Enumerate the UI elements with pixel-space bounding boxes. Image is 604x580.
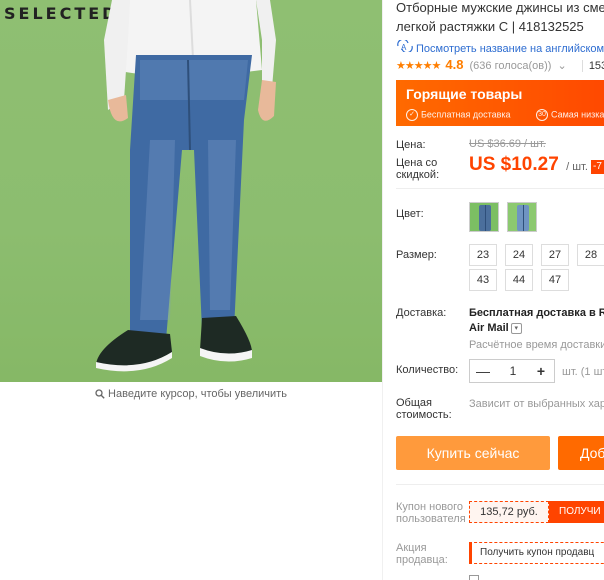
total-label-line1: Общая	[396, 397, 432, 409]
discount-badge: -7	[591, 160, 604, 174]
buy-now-button[interactable]: Купить сейчас	[396, 436, 550, 470]
add-to-cart-button[interactable]: Доб	[558, 436, 604, 470]
quantity-increase-button[interactable]: +	[530, 360, 552, 382]
new-price-value: US $10.27	[469, 154, 559, 175]
free-shipping-text: Бесплатная доставка	[421, 109, 511, 120]
size-option-43[interactable]: 43	[469, 269, 497, 291]
checkbox[interactable]	[469, 575, 479, 580]
color-option-1[interactable]	[469, 202, 499, 232]
translate-link[interactable]: A Посмотреть название на английском	[396, 38, 604, 55]
quantity-label: Количество:	[396, 364, 459, 376]
shipping-time: Расчётное время доставки:	[469, 339, 604, 351]
hot-deals-title: Горящие товары	[406, 86, 523, 102]
quantity-input[interactable]: 1	[496, 360, 530, 382]
seller-coupon-button[interactable]: Получить купон продавц	[469, 542, 604, 564]
seller-promo-label-line1: Акция	[396, 542, 427, 554]
model-figure	[96, 0, 276, 372]
shipping-dropdown-icon[interactable]: ▾	[510, 322, 522, 334]
lowest-price-text: Самая низкая	[551, 109, 604, 120]
total-label: Общая стоимость:	[396, 397, 452, 421]
orders-count: 153	[581, 60, 604, 72]
lowest-price-tag: 30 Самая низкая	[536, 109, 604, 121]
rating-row: ★★★★★ 4.8 (636 голоса(ов)) ⌄ 153	[396, 57, 604, 72]
old-price: US $36.69 / шт.	[469, 138, 546, 150]
old-price-label: Цена:	[396, 139, 426, 151]
shipping-method: Бесплатная доставка в Ru Air Mail ▾	[469, 306, 604, 336]
size-option-44[interactable]: 44	[505, 269, 533, 291]
get-coupon-button[interactable]: ПОЛУЧИ	[549, 501, 604, 523]
product-page: SELECTED Наведите курсор, чтобы увеличит…	[0, 0, 604, 580]
rating-value: 4.8	[445, 57, 464, 72]
quantity-decrease-button[interactable]: —	[472, 360, 494, 382]
product-title-line1: Отборные мужские джинсы из сме	[396, 0, 604, 15]
product-image[interactable]: SELECTED	[0, 0, 382, 382]
rating-stars: ★★★★★	[396, 60, 441, 72]
new-user-coupon-label-line1: Купон нового	[396, 501, 464, 513]
size-option-23[interactable]: 23	[469, 244, 497, 266]
price-circle-icon: 30	[536, 109, 548, 121]
chevron-down-icon[interactable]: ⌄	[558, 60, 567, 72]
product-title-line2: легкой растяжки C | 418132525	[396, 19, 584, 34]
divider	[396, 484, 604, 485]
new-price-label-line1: Цена со	[396, 157, 438, 169]
new-price-label-line2: скидкой:	[396, 169, 440, 181]
zoom-hint-text: Наведите курсор, чтобы увеличить	[108, 388, 287, 400]
hot-deals-banner: Горящие товары ✓ Бесплатная доставка 30 Са…	[396, 80, 604, 126]
size-option-28[interactable]: 28	[577, 244, 604, 266]
new-user-coupon-amount: 135,72 руб.	[469, 501, 549, 523]
new-price: US $10.27 / шт.	[469, 154, 588, 176]
per-unit: / шт.	[566, 161, 588, 173]
magnifier-icon	[95, 388, 105, 404]
color-label: Цвет:	[396, 208, 424, 220]
translate-icon: A	[396, 38, 416, 55]
shipping-method-line2: Air Mail	[469, 322, 509, 334]
new-user-coupon-label-line2: пользователя	[396, 513, 466, 525]
color-option-2[interactable]	[507, 202, 537, 232]
total-label-line2: стоимость:	[396, 409, 452, 421]
shipping-circle-icon: ✓	[406, 109, 418, 121]
new-price-label: Цена со скидкой:	[396, 157, 439, 181]
size-option-27[interactable]: 27	[541, 244, 569, 266]
size-option-24[interactable]: 24	[505, 244, 533, 266]
seller-promo-label: Акция продавца:	[396, 542, 448, 566]
product-title: Отборные мужские джинсы из сме легкой ра…	[396, 0, 604, 36]
total-hint: Зависит от выбранных хара	[469, 398, 604, 410]
zoom-hint: Наведите курсор, чтобы увеличить	[0, 386, 382, 404]
svg-text:A: A	[401, 43, 407, 52]
new-user-coupon-label: Купон нового пользователя	[396, 501, 466, 525]
product-info-panel: Отборные мужские джинсы из сме легкой ра…	[396, 0, 604, 580]
seller-promo-label-line2: продавца:	[396, 554, 448, 566]
size-label: Размер:	[396, 249, 437, 261]
free-shipping-tag: ✓ Бесплатная доставка	[406, 109, 511, 121]
quantity-stepper: — 1 +	[469, 359, 555, 383]
quantity-hint: шт. (1 шт	[562, 366, 604, 378]
shipping-label: Доставка:	[396, 307, 447, 319]
translate-link-text: Посмотреть название на английском	[416, 43, 604, 55]
size-option-47[interactable]: 47	[541, 269, 569, 291]
column-divider	[382, 0, 383, 580]
divider	[396, 188, 604, 189]
votes-link[interactable]: (636 голоса(ов))	[470, 60, 552, 72]
shipping-method-line1: Бесплатная доставка в Ru	[469, 307, 604, 319]
